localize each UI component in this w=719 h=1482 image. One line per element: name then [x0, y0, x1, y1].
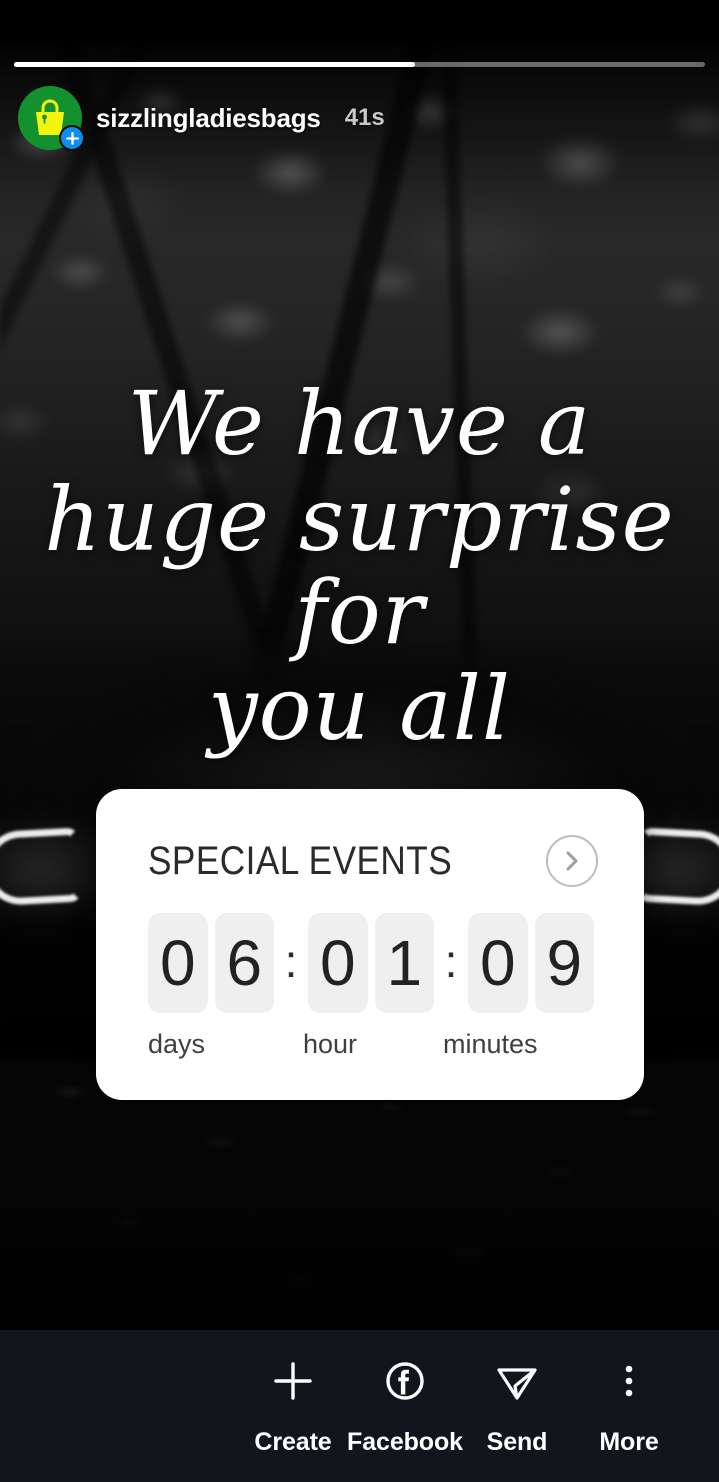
send-button[interactable]: Send [461, 1354, 573, 1457]
facebook-icon-wrap [381, 1354, 429, 1408]
create-icon-wrap [269, 1354, 317, 1408]
countdown-header: SPECIAL EVENTS [148, 835, 598, 887]
countdown-unit-labels: days hour minutes [148, 1029, 538, 1059]
send-icon-wrap [493, 1354, 541, 1408]
countdown-separator: : [284, 935, 298, 987]
story-header: sizzlingladiesbags 41s [18, 86, 385, 151]
plus-icon [65, 131, 79, 145]
car-headlight-right [637, 827, 719, 907]
plus-icon [274, 1362, 312, 1400]
countdown-digit: 0 [468, 913, 528, 1013]
more-vertical-dots-icon [625, 1365, 633, 1397]
countdown-title: SPECIAL EVENTS [148, 838, 453, 883]
more-button[interactable]: More [573, 1354, 685, 1457]
more-icon-wrap [605, 1354, 653, 1408]
countdown-digit: 1 [374, 913, 434, 1013]
status-bar [0, 0, 719, 42]
bottom-action-bar: Create Facebook Send More [0, 1330, 719, 1482]
story-progress-bar[interactable] [14, 62, 705, 67]
facebook-button[interactable]: Facebook [347, 1354, 463, 1457]
countdown-label-minutes: minutes [443, 1029, 538, 1059]
add-to-story-badge[interactable] [59, 125, 85, 151]
countdown-digit: 0 [308, 913, 368, 1013]
facebook-label: Facebook [347, 1428, 463, 1456]
timestamp-label: 41s [344, 104, 385, 131]
headline-line-3: you all [207, 657, 512, 761]
countdown-separator: : [444, 935, 458, 987]
bottom-scrim-overlay [0, 1070, 719, 1330]
countdown-label-days: days [148, 1029, 206, 1059]
story-progress-fill [14, 62, 415, 67]
send-paper-plane-icon [497, 1368, 537, 1400]
car-headlight-left [0, 827, 82, 907]
countdown-digit: 9 [534, 913, 594, 1013]
countdown-digit: 0 [148, 913, 208, 1013]
story-headline-text: We have a huge surprise for you all [0, 372, 719, 761]
headline-line-2: huge surprise for [44, 468, 675, 664]
avatar[interactable] [18, 86, 85, 151]
create-label: Create [254, 1428, 332, 1456]
create-button[interactable]: Create [237, 1354, 349, 1457]
username-label[interactable]: sizzlingladiesbags [96, 103, 321, 134]
countdown-digit: 6 [214, 913, 274, 1013]
more-label: More [599, 1428, 659, 1456]
send-label: Send [486, 1428, 548, 1456]
instagram-story-screen: sizzlingladiesbags 41s We have a huge su… [0, 0, 719, 1482]
facebook-icon [386, 1362, 424, 1400]
countdown-digit-row: 0 6 : 0 1 : 0 9 [148, 913, 594, 1013]
countdown-next-button[interactable] [546, 835, 598, 887]
headline-line-1: We have a [127, 372, 592, 475]
countdown-sticker-card[interactable]: SPECIAL EVENTS 0 6 : 0 1 : 0 9 days hour… [96, 789, 644, 1100]
chevron-right-icon [566, 851, 578, 871]
